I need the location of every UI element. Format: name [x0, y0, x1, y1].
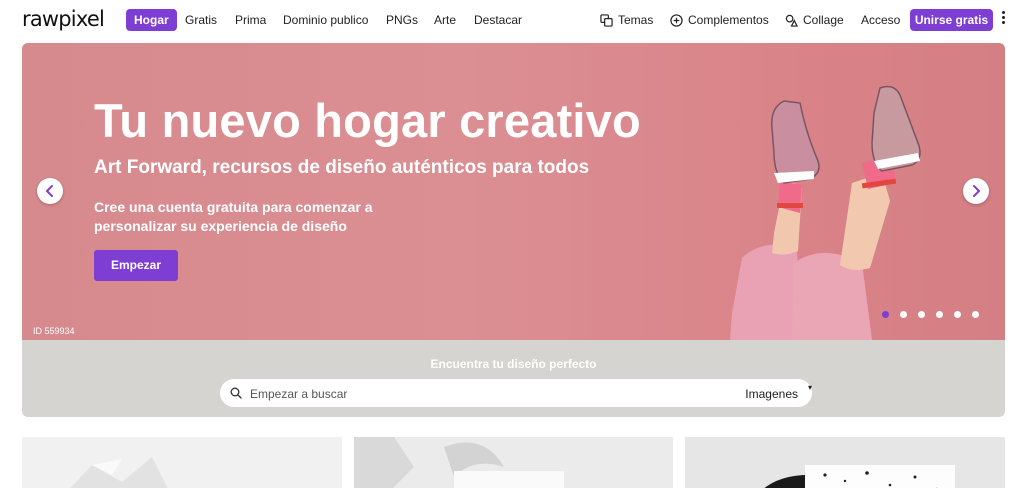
themes-icon — [600, 13, 613, 27]
carousel-dot[interactable] — [900, 311, 907, 318]
caret-down-icon: ▾ — [807, 383, 812, 392]
search-type-select[interactable]: Imagenes — [745, 387, 798, 401]
collage-icon — [785, 14, 798, 27]
gallery-tile[interactable] — [685, 437, 1005, 488]
gallery-image — [70, 457, 168, 488]
nav-link-hogar[interactable]: Hogar — [126, 9, 177, 31]
hero-banner: Tu nuevo hogar creativo Art Forward, rec… — [22, 43, 1005, 340]
hero-description: Cree una cuenta gratuita para comenzar a… — [94, 199, 373, 234]
nav-complementos[interactable]: Complementos — [670, 9, 769, 31]
nav-collage[interactable]: Collage — [785, 9, 844, 31]
nav-link-destacar[interactable]: Destacar — [474, 9, 522, 31]
nav-link-gratis[interactable]: Gratis — [185, 9, 217, 31]
gallery-tile[interactable] — [22, 437, 342, 488]
nav-temas[interactable]: Temas — [600, 9, 653, 31]
gallery-image — [764, 465, 955, 488]
start-button[interactable]: Empezar — [94, 250, 178, 281]
nav-complementos-label: Complementos — [688, 13, 769, 27]
nav-link-arte[interactable]: Arte — [434, 9, 456, 31]
more-menu-icon[interactable] — [999, 11, 1007, 29]
nav-temas-label: Temas — [618, 13, 654, 27]
search-icon — [230, 387, 242, 399]
carousel-dots — [882, 311, 979, 318]
nav-link-dominio-publico[interactable]: Dominio publico — [283, 9, 368, 31]
nav-link-prima[interactable]: Prima — [235, 9, 266, 31]
join-free-button[interactable]: Unirse gratis — [910, 9, 993, 31]
carousel-dot[interactable] — [882, 311, 889, 318]
carousel-dot[interactable] — [954, 311, 961, 318]
search-bar[interactable]: Empezar a buscar Imagenes ▾ — [220, 379, 812, 407]
rawpixel-logo[interactable]: rawpixel — [22, 7, 105, 31]
carousel-prev-button[interactable] — [37, 178, 63, 204]
search-input[interactable]: Empezar a buscar — [250, 387, 347, 401]
plus-circle-icon — [670, 13, 683, 27]
chevron-right-icon — [973, 185, 980, 197]
hero-section: Tu nuevo hogar creativo Art Forward, rec… — [22, 43, 1005, 417]
gallery-image — [354, 437, 564, 488]
carousel-dot[interactable] — [918, 311, 925, 318]
carousel-next-button[interactable] — [963, 178, 989, 204]
carousel-dot[interactable] — [972, 311, 979, 318]
hero-subtitle: Art Forward, recursos de diseño auténtic… — [94, 157, 590, 178]
hero-title: Tu nuevo hogar creativo — [94, 94, 641, 147]
hero-illustration — [730, 85, 921, 340]
top-nav: rawpixel Hogar Gratis Prima Dominio publ… — [0, 0, 1024, 40]
chevron-left-icon — [46, 185, 53, 197]
search-heading: Encuentra tu diseño perfecto — [430, 357, 597, 371]
gallery-tile[interactable] — [354, 437, 673, 488]
carousel-dot[interactable] — [936, 311, 943, 318]
image-id-label: ID 559934 — [33, 326, 75, 336]
login-link[interactable]: Acceso — [861, 9, 900, 31]
nav-link-pngs[interactable]: PNGs — [386, 9, 418, 31]
nav-collage-label: Collage — [803, 13, 844, 27]
